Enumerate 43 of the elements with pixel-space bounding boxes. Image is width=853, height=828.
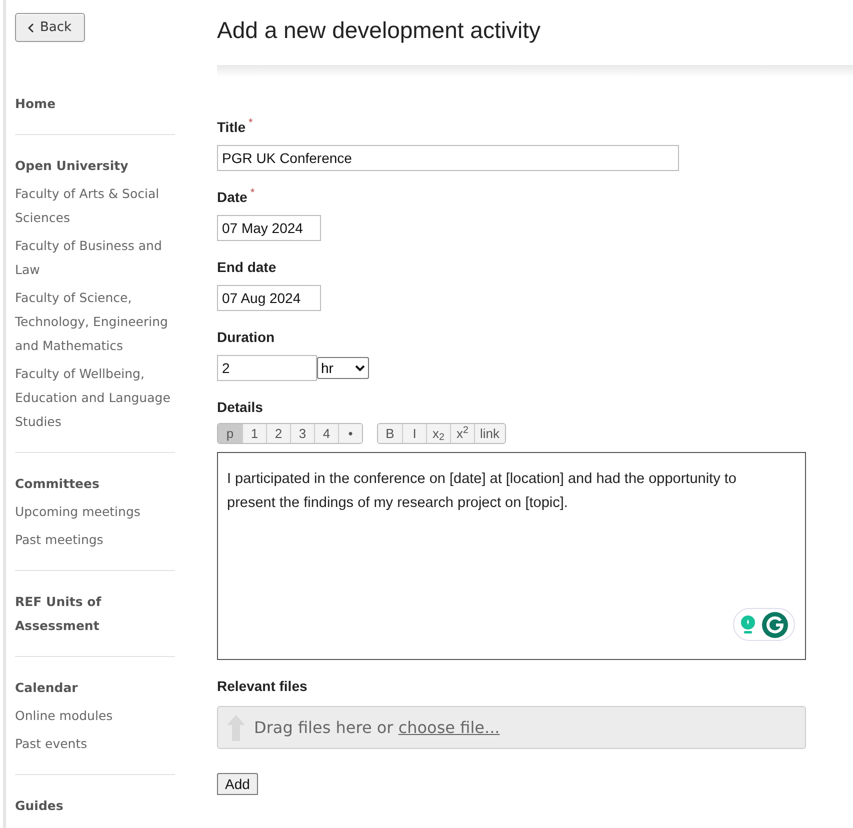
toolbar-button[interactable]: • — [338, 424, 362, 443]
back-button[interactable]: Back — [15, 13, 85, 42]
rich-text-editor[interactable]: I participated in the conference on [date] at [location] and had the opportunity to present the findings of my research project on [topic]. — [217, 452, 806, 660]
section-heading: REF Units of Assessment — [15, 593, 102, 635]
section-heading: Calendar — [15, 679, 79, 697]
field-label: End date — [217, 258, 276, 277]
nav-link[interactable]: Upcoming meetings — [15, 500, 175, 524]
section-heading: Guides — [15, 797, 64, 815]
required-marker: * — [248, 117, 253, 129]
editor-text: I participated in the conference on [date] at [location] and had the opportunity to present the findings of my research project on [topic]. — [227, 470, 738, 513]
section-heading: Home — [15, 95, 57, 113]
lightbulb-icon — [740, 614, 756, 634]
chevron-down-icon — [355, 364, 365, 372]
drop-prompt: Drag files here or choose file... — [254, 716, 500, 738]
file-drop-zone[interactable]: Drag files here or choose file... — [217, 706, 806, 749]
ring-icon — [762, 612, 788, 638]
chevron-left-icon — [28, 22, 34, 32]
number-field[interactable]: 2 — [217, 355, 317, 381]
section-heading: Committees — [15, 475, 100, 493]
date-field[interactable]: 07 May 2024 — [217, 215, 321, 241]
nav-link[interactable]: Online modules — [15, 704, 175, 728]
nav-link[interactable]: Past meetings — [15, 528, 175, 552]
field-label: Title — [217, 118, 246, 137]
add-button[interactable]: Add — [217, 773, 258, 795]
page-title: Add a new development activity — [217, 16, 542, 45]
field-label: Details — [217, 398, 264, 417]
field-label: Date — [217, 188, 248, 207]
nav-link[interactable]: Faculty of Arts & Social Sciences — [15, 182, 175, 230]
toolbar-button[interactable]: link — [474, 424, 505, 443]
date-field[interactable]: 07 Aug 2024 — [217, 285, 321, 311]
nav-link[interactable]: Faculty of Wellbeing, Education and Language Studies — [15, 362, 175, 434]
field-label: Relevant files — [217, 677, 308, 696]
unit-select[interactable]: hr — [317, 357, 369, 379]
section-heading: Open University — [15, 157, 130, 175]
assistant-badge[interactable] — [733, 608, 795, 641]
text-field[interactable]: PGR UK Conference — [217, 145, 679, 171]
nav-link[interactable]: Faculty of Science, Technology, Engineering and Mathematics — [15, 286, 175, 358]
nav-link[interactable]: Past events — [15, 732, 175, 756]
field-label: Duration — [217, 328, 275, 347]
nav-link[interactable]: Faculty of Business and Law — [15, 234, 175, 282]
toolbar-button[interactable]: p — [218, 424, 242, 443]
choose-file-link[interactable]: choose file... — [398, 718, 500, 736]
required-marker: * — [250, 187, 255, 199]
